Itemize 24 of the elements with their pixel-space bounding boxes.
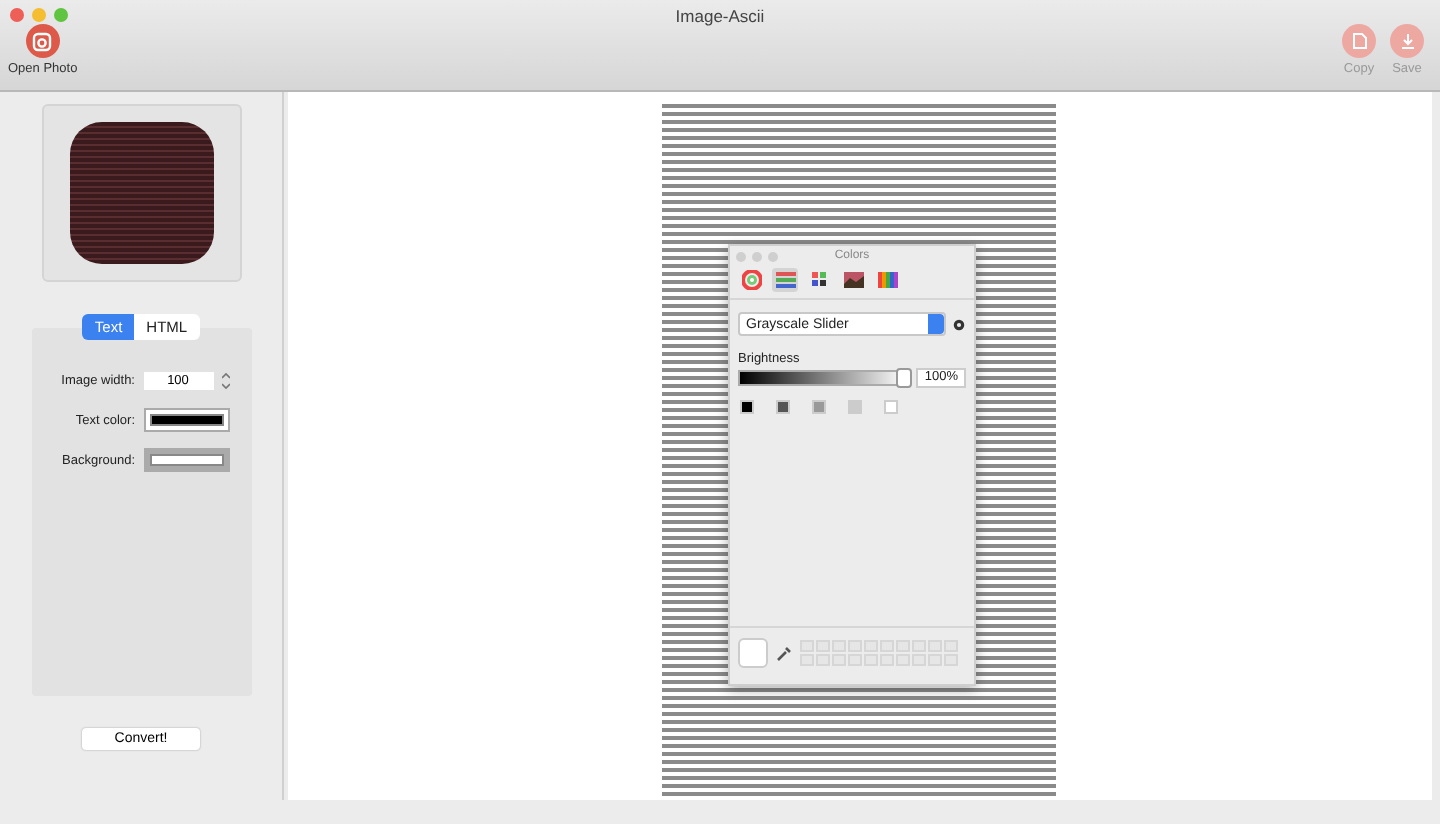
color-well[interactable] [143, 408, 229, 432]
brightness-slider[interactable] [738, 370, 909, 386]
color-swatch[interactable] [812, 400, 826, 414]
gear-icon[interactable] [952, 317, 966, 331]
image-mode-icon[interactable] [840, 268, 866, 292]
image-well[interactable] [41, 104, 241, 282]
eyedropper-icon[interactable] [776, 645, 792, 661]
color-swatch[interactable] [884, 400, 898, 414]
wheel-mode-icon[interactable] [738, 268, 764, 292]
stepper-icon[interactable] [221, 371, 229, 389]
pencils-mode-icon[interactable] [874, 268, 900, 292]
document-icon [1342, 24, 1376, 58]
color-swatch[interactable] [740, 400, 754, 414]
close-icon[interactable] [10, 8, 24, 22]
current-color-well[interactable] [738, 638, 768, 668]
photo-placeholder [69, 122, 213, 264]
sliders-mode-icon[interactable] [772, 268, 798, 292]
window-title: Image-Ascii [675, 4, 765, 26]
camera-icon [25, 24, 60, 58]
color-swatch[interactable] [776, 400, 790, 414]
download-icon [1390, 24, 1424, 58]
color-swatch[interactable] [848, 400, 862, 414]
palettes-mode-icon[interactable] [806, 268, 832, 292]
color-well[interactable] [143, 448, 229, 472]
